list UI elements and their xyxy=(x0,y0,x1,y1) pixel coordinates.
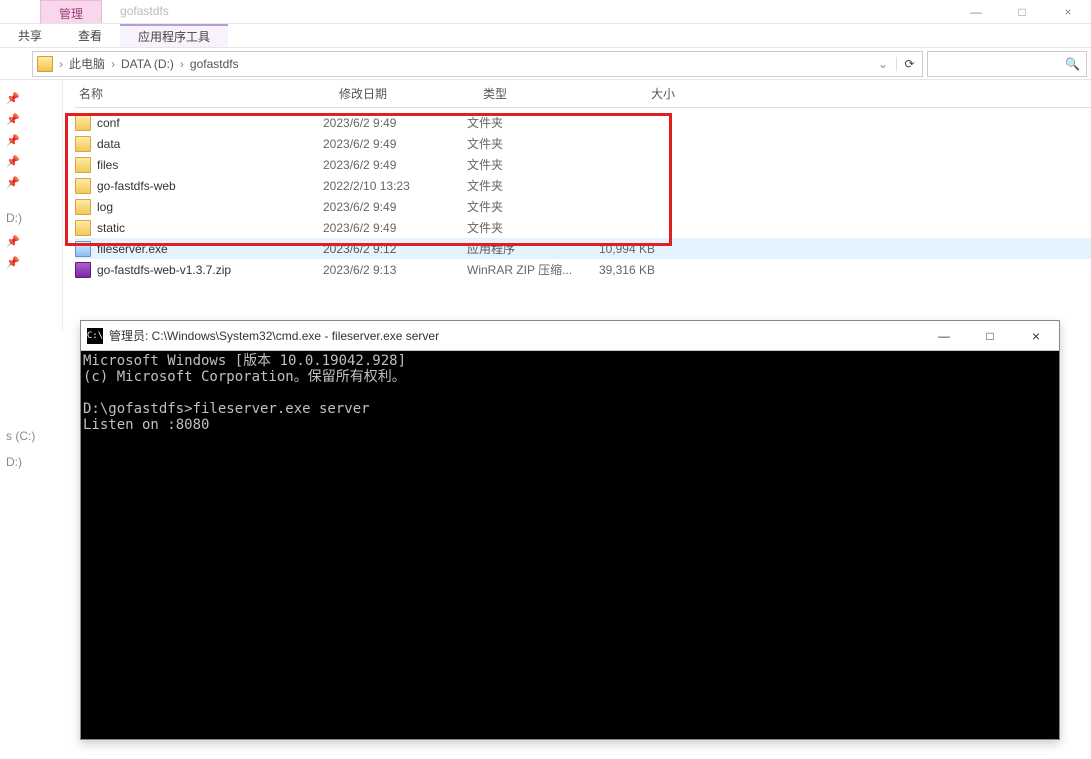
file-type: 文件夹 xyxy=(467,177,587,194)
nav-drive-d[interactable]: D:) xyxy=(0,205,62,231)
table-row[interactable]: conf 2023/6/2 9:49文件夹 xyxy=(75,112,1091,133)
file-type: WinRAR ZIP 压缩... xyxy=(467,261,587,278)
cmd-titlebar[interactable]: C:\ 管理员: C:\Windows\System32\cmd.exe - f… xyxy=(81,321,1059,351)
file-name: files xyxy=(97,158,118,172)
search-icon: 🔍 xyxy=(1065,57,1080,71)
file-name: static xyxy=(97,221,125,235)
address-bar: › 此电脑 › DATA (D:) › gofastdfs ⌄ ⟳ 🔍 xyxy=(0,48,1091,80)
file-date: 2023/6/2 9:13 xyxy=(323,263,467,277)
file-name: fileserver.exe xyxy=(97,242,168,256)
file-size: 10,994 KB xyxy=(587,242,667,256)
breadcrumb-drive[interactable]: DATA (D:) xyxy=(117,57,178,71)
cmd-title: 管理员: C:\Windows\System32\cmd.exe - files… xyxy=(109,327,921,344)
breadcrumb[interactable]: › 此电脑 › DATA (D:) › gofastdfs ⌄ ⟳ xyxy=(32,51,923,77)
quick-access-pin[interactable]: 📌 xyxy=(0,130,62,151)
nav-drive-c[interactable]: s (C:) xyxy=(0,423,62,449)
file-date: 2023/6/2 9:49 xyxy=(323,200,467,214)
file-type: 文件夹 xyxy=(467,198,587,215)
file-type: 文件夹 xyxy=(467,219,587,236)
file-name: go-fastdfs-web xyxy=(97,179,176,193)
cmd-icon: C:\ xyxy=(87,328,103,344)
cmd-min-button[interactable]: — xyxy=(921,321,967,351)
ribbon-tab-share[interactable]: 共享 xyxy=(0,27,60,44)
file-name: data xyxy=(97,137,120,151)
file-size: 39,316 KB xyxy=(587,263,667,277)
file-type: 应用程序 xyxy=(467,240,587,257)
folder-icon xyxy=(75,220,91,236)
table-row[interactable]: log 2023/6/2 9:49文件夹 xyxy=(75,196,1091,217)
window-max-button[interactable]: □ xyxy=(999,0,1045,24)
file-date: 2023/6/2 9:12 xyxy=(323,242,467,256)
quick-access-pin[interactable]: 📌 xyxy=(0,231,62,252)
ribbon-tab-manage[interactable]: 管理 xyxy=(40,0,102,23)
quick-access-pin[interactable]: 📌 xyxy=(0,252,62,273)
refresh-button[interactable]: ⟳ xyxy=(896,57,922,71)
file-name: go-fastdfs-web-v1.3.7.zip xyxy=(97,263,231,277)
column-headers: 名称 修改日期 类型 大小 xyxy=(75,80,1091,108)
col-size[interactable]: 大小 xyxy=(603,85,683,102)
folder-icon xyxy=(75,199,91,215)
file-name: log xyxy=(97,200,113,214)
table-row[interactable]: files 2023/6/2 9:49文件夹 xyxy=(75,154,1091,175)
quick-access-pin[interactable]: 📌 xyxy=(0,109,62,130)
ribbon-sub: 共享 查看 应用程序工具 xyxy=(0,24,1091,48)
breadcrumb-sep: › xyxy=(180,57,184,71)
main-area: 📌 📌 📌 📌 📌 D:) 📌 📌 s (C:) D:) 名称 修改日期 类型 … xyxy=(0,80,1091,332)
ribbon-tab-view[interactable]: 查看 xyxy=(60,27,120,44)
ribbon-tab-context[interactable]: gofastdfs xyxy=(102,0,187,23)
file-type: 文件夹 xyxy=(467,135,587,152)
table-row[interactable]: fileserver.exe 2023/6/2 9:12应用程序10,994 KB xyxy=(75,238,1091,259)
cmd-output: Microsoft Windows [版本 10.0.19042.928] (c… xyxy=(81,351,1059,739)
breadcrumb-root[interactable]: 此电脑 xyxy=(65,55,109,72)
cmd-window: C:\ 管理员: C:\Windows\System32\cmd.exe - f… xyxy=(80,320,1060,740)
file-name: conf xyxy=(97,116,120,130)
file-date: 2022/2/10 13:23 xyxy=(323,179,467,193)
search-input[interactable]: 🔍 xyxy=(927,51,1087,77)
file-type: 文件夹 xyxy=(467,114,587,131)
window-close-button[interactable]: × xyxy=(1045,0,1091,24)
file-list: conf2023/6/2 9:49文件夹data2023/6/2 9:49文件夹… xyxy=(75,112,1091,280)
folder-icon xyxy=(75,178,91,194)
col-name[interactable]: 名称 xyxy=(75,85,339,102)
exe-icon xyxy=(75,241,91,257)
table-row[interactable]: data 2023/6/2 9:49文件夹 xyxy=(75,133,1091,154)
folder-icon xyxy=(75,115,91,131)
ribbon-sub-tools[interactable]: 应用程序工具 xyxy=(120,24,228,47)
cmd-close-button[interactable]: × xyxy=(1013,321,1059,351)
col-date[interactable]: 修改日期 xyxy=(339,85,483,102)
quick-access-pin[interactable]: 📌 xyxy=(0,151,62,172)
file-date: 2023/6/2 9:49 xyxy=(323,137,467,151)
file-type: 文件夹 xyxy=(467,156,587,173)
breadcrumb-sep: › xyxy=(111,57,115,71)
nav-back-button[interactable] xyxy=(4,52,28,76)
file-date: 2023/6/2 9:49 xyxy=(323,158,467,172)
col-type[interactable]: 类型 xyxy=(483,85,603,102)
nav-drive-d2[interactable]: D:) xyxy=(0,449,62,475)
table-row[interactable]: go-fastdfs-web-v1.3.7.zip 2023/6/2 9:13Wi… xyxy=(75,259,1091,280)
breadcrumb-sep: › xyxy=(59,57,63,71)
file-date: 2023/6/2 9:49 xyxy=(323,221,467,235)
window-min-button[interactable]: — xyxy=(953,0,999,24)
quick-access-pin[interactable]: 📌 xyxy=(0,88,62,109)
zip-icon xyxy=(75,262,91,278)
cmd-max-button[interactable]: □ xyxy=(967,321,1013,351)
ribbon-tabs: 管理 gofastdfs xyxy=(0,0,1091,24)
file-list-pane: 名称 修改日期 类型 大小 conf2023/6/2 9:49文件夹data20… xyxy=(63,80,1091,332)
window-controls: — □ × xyxy=(953,0,1091,24)
folder-icon xyxy=(75,136,91,152)
breadcrumb-folder[interactable]: gofastdfs xyxy=(186,57,243,71)
table-row[interactable]: go-fastdfs-web 2022/2/10 13:23文件夹 xyxy=(75,175,1091,196)
breadcrumb-dropdown[interactable]: ⌄ xyxy=(872,57,894,71)
folder-icon xyxy=(75,157,91,173)
folder-icon xyxy=(37,56,53,72)
nav-pane[interactable]: 📌 📌 📌 📌 📌 D:) 📌 📌 s (C:) D:) xyxy=(0,80,63,332)
file-date: 2023/6/2 9:49 xyxy=(323,116,467,130)
table-row[interactable]: static 2023/6/2 9:49文件夹 xyxy=(75,217,1091,238)
quick-access-pin[interactable]: 📌 xyxy=(0,172,62,193)
